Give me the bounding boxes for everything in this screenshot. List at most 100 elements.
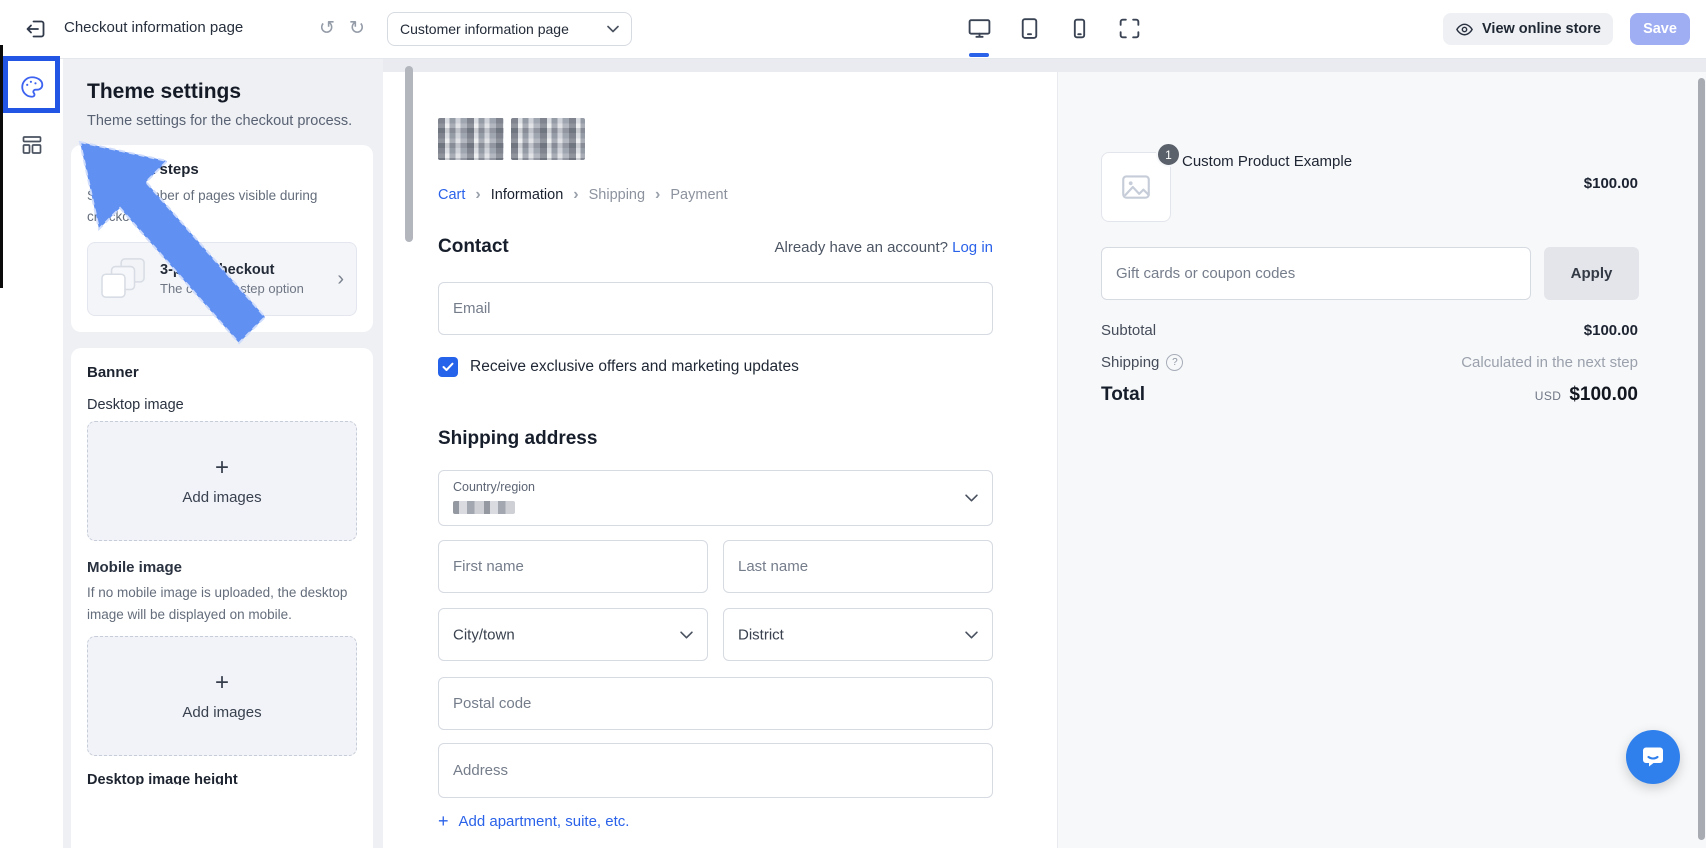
exit-editor-button[interactable] bbox=[22, 15, 50, 43]
quantity-badge: 1 bbox=[1156, 142, 1181, 167]
plus-icon: + bbox=[215, 456, 229, 480]
order-summary-panel: 1 Custom Product Example $100.00 Apply S… bbox=[1057, 72, 1706, 848]
plus-icon: + bbox=[215, 671, 229, 695]
blurred-logo-block bbox=[511, 118, 585, 160]
total-value: $100.00 bbox=[1569, 384, 1638, 406]
preview-top-gutter bbox=[383, 58, 1706, 72]
settings-panel-scrollbar[interactable] bbox=[405, 66, 413, 242]
district-select[interactable]: District bbox=[723, 608, 993, 661]
save-button[interactable]: Save bbox=[1630, 13, 1690, 45]
redo-icon: ↻ bbox=[349, 17, 365, 39]
page-selector-dropdown[interactable]: Customer information page bbox=[387, 12, 632, 46]
sections-tab[interactable] bbox=[0, 116, 63, 174]
chevron-right-icon: › bbox=[573, 187, 578, 203]
image-placeholder-icon bbox=[1119, 170, 1153, 204]
mobile-image-upload[interactable]: + Add images bbox=[87, 636, 357, 756]
fullscreen-icon bbox=[1117, 16, 1142, 41]
add-images-label: Add images bbox=[182, 489, 261, 506]
chevron-right-icon: › bbox=[337, 269, 344, 289]
subtotal-value: $100.00 bbox=[1584, 322, 1638, 339]
login-link[interactable]: Log in bbox=[952, 239, 993, 256]
chevron-down-icon bbox=[965, 630, 978, 639]
add-images-label: Add images bbox=[182, 704, 261, 721]
coupon-code-field[interactable] bbox=[1101, 247, 1531, 300]
active-device-indicator bbox=[969, 53, 989, 57]
panel-heading: Theme settings bbox=[87, 80, 359, 104]
total-label: Total bbox=[1101, 384, 1145, 406]
fullscreen-preview-button[interactable] bbox=[1116, 14, 1142, 42]
country-region-select[interactable]: Country/region bbox=[438, 470, 993, 526]
mobile-image-note: If no mobile image is uploaded, the desk… bbox=[87, 582, 357, 627]
marketing-checkbox[interactable] bbox=[438, 357, 458, 377]
district-label: District bbox=[738, 626, 784, 643]
chevron-down-icon bbox=[680, 630, 693, 639]
chevron-down-icon bbox=[965, 494, 978, 503]
shipping-address-heading: Shipping address bbox=[438, 428, 597, 450]
desktop-image-upload[interactable]: + Add images bbox=[87, 421, 357, 541]
help-icon[interactable]: ? bbox=[1166, 354, 1183, 371]
eye-icon bbox=[1455, 20, 1474, 39]
country-value-blurred bbox=[453, 501, 515, 514]
apply-coupon-button[interactable]: Apply bbox=[1544, 247, 1639, 300]
exit-icon bbox=[24, 17, 48, 41]
city-town-select[interactable]: City/town bbox=[438, 608, 708, 661]
page-title: Checkout information page bbox=[64, 19, 243, 36]
shipping-row-label: Shipping ? bbox=[1101, 354, 1183, 371]
undo-icon: ↺ bbox=[319, 17, 335, 39]
theme-settings-panel: Theme settings Theme settings for the ch… bbox=[63, 58, 383, 848]
sections-layout-icon bbox=[20, 133, 44, 157]
store-logo-blurred bbox=[438, 118, 585, 160]
tablet-preview-button[interactable] bbox=[1016, 14, 1042, 42]
marketing-checkbox-label: Receive exclusive offers and marketing u… bbox=[470, 358, 799, 376]
first-name-field[interactable] bbox=[438, 540, 708, 593]
last-name-field[interactable] bbox=[723, 540, 993, 593]
breadcrumb-shipping: Shipping bbox=[589, 187, 645, 203]
device-preview-switcher bbox=[966, 14, 1142, 42]
option-title: 3-page checkout bbox=[160, 262, 304, 278]
product-name: Custom Product Example bbox=[1182, 153, 1352, 170]
marketing-optin-row: Receive exclusive offers and marketing u… bbox=[438, 357, 799, 377]
product-price: $100.00 bbox=[1584, 175, 1638, 192]
blurred-logo-block bbox=[438, 118, 504, 160]
chat-launcher-button[interactable] bbox=[1626, 730, 1680, 784]
add-apartment-link[interactable]: + Add apartment, suite, etc. bbox=[438, 812, 629, 830]
question-glyph: ? bbox=[1172, 357, 1178, 368]
checkout-steps-title: Checkout steps bbox=[87, 161, 357, 178]
contact-header-row: Contact Already have an account? Log in bbox=[438, 236, 993, 258]
account-prompt: Already have an account? Log in bbox=[775, 239, 994, 256]
desktop-preview-button[interactable] bbox=[966, 14, 992, 42]
option-subtitle: The classic 3-step option bbox=[160, 281, 304, 296]
shipping-value: Calculated in the next step bbox=[1461, 354, 1638, 371]
shipping-label-text: Shipping bbox=[1101, 354, 1159, 371]
breadcrumb-cart-link[interactable]: Cart bbox=[438, 187, 465, 203]
undo-button[interactable]: ↺ bbox=[314, 14, 340, 42]
checkout-preview: Cart › Information › Shipping › Payment … bbox=[420, 72, 1057, 848]
account-prompt-text: Already have an account? bbox=[775, 239, 948, 256]
address-field[interactable] bbox=[438, 743, 993, 798]
chevron-right-icon: › bbox=[475, 187, 480, 203]
redo-button[interactable]: ↻ bbox=[344, 14, 370, 42]
view-online-store-button[interactable]: View online store bbox=[1443, 13, 1613, 45]
mobile-preview-button[interactable] bbox=[1066, 14, 1092, 42]
mobile-image-label: Mobile image bbox=[87, 559, 357, 576]
breadcrumb-information: Information bbox=[491, 187, 564, 203]
checkout-steps-option-texts: 3-page checkout The classic 3-step optio… bbox=[160, 262, 304, 296]
view-online-store-label: View online store bbox=[1482, 21, 1601, 37]
clipped-setting-row: Desktop image height bbox=[87, 772, 357, 785]
checkout-steps-description: Set the number of pages visible during c… bbox=[87, 186, 357, 228]
email-field[interactable] bbox=[438, 282, 993, 335]
annotation-highlight-box bbox=[3, 56, 60, 113]
plus-icon: + bbox=[438, 812, 449, 830]
panel-description: Theme settings for the checkout process. bbox=[87, 113, 359, 129]
postal-code-field[interactable] bbox=[438, 677, 993, 730]
desktop-image-label: Desktop image bbox=[87, 397, 357, 413]
chevron-down-icon bbox=[607, 25, 619, 33]
product-thumbnail: 1 bbox=[1101, 152, 1171, 222]
checkout-steps-card: Checkout steps Set the number of pages v… bbox=[71, 145, 373, 332]
preview-scrollbar[interactable] bbox=[1698, 78, 1705, 840]
banner-title: Banner bbox=[87, 364, 357, 381]
chat-bubble-icon bbox=[1639, 743, 1667, 771]
editor-icon-rail bbox=[0, 58, 63, 848]
checkout-steps-option[interactable]: 3-page checkout The classic 3-step optio… bbox=[87, 242, 357, 316]
tablet-icon bbox=[1017, 16, 1042, 41]
